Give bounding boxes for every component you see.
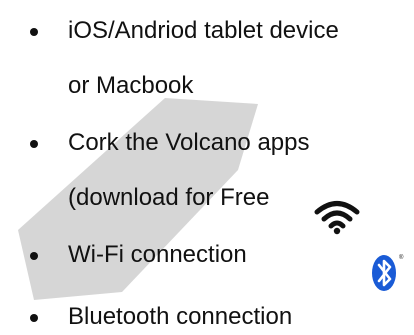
slide-page: iOS/Andriod tablet device or Macbook Cor…	[0, 0, 414, 335]
registered-mark: ®	[399, 254, 404, 261]
list-item-line: (download for Free	[68, 184, 270, 211]
bluetooth-icon: ®	[372, 254, 404, 291]
bullet-dot	[30, 140, 38, 148]
bullet-dot	[30, 314, 38, 322]
list-item-line: or Macbook	[68, 72, 194, 99]
list-item-line: Wi-Fi connection	[68, 241, 247, 268]
highlight-brush-stroke	[18, 98, 258, 300]
list-item-line: Bluetooth connection	[68, 303, 293, 330]
wifi-icon	[314, 201, 360, 235]
bullet-dot	[30, 28, 38, 36]
list-item-line: Cork the Volcano apps	[68, 129, 310, 156]
bullet-dot	[30, 252, 38, 260]
list-item-line: iOS/Andriod tablet device	[68, 17, 339, 44]
